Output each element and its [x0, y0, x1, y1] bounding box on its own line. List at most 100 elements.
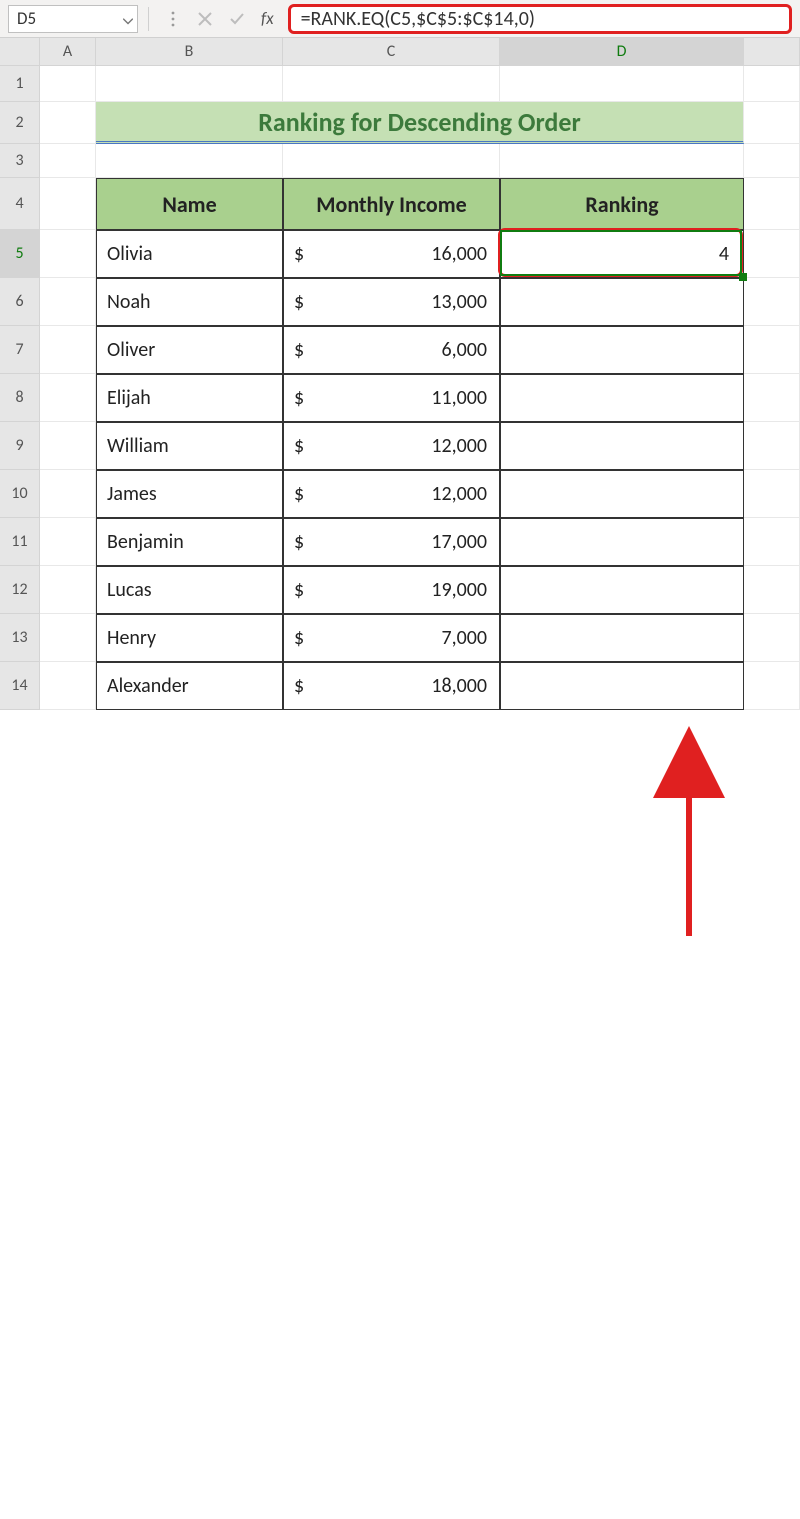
cell-A8[interactable]	[40, 374, 96, 422]
cell-D14[interactable]	[500, 662, 744, 710]
cell-A4[interactable]	[40, 178, 96, 230]
cell-E9[interactable]	[744, 422, 800, 470]
cell-E11[interactable]	[744, 518, 800, 566]
cell-B5[interactable]: Olivia	[96, 230, 283, 278]
cell-A9[interactable]	[40, 422, 96, 470]
col-header-A[interactable]: A	[40, 38, 96, 66]
row-header-3[interactable]: 3	[0, 144, 40, 178]
cell-C14[interactable]: $18,000	[283, 662, 500, 710]
cell-C5[interactable]: $16,000	[283, 230, 500, 278]
cell-D10[interactable]	[500, 470, 744, 518]
cell-E10[interactable]	[744, 470, 800, 518]
cell-E7[interactable]	[744, 326, 800, 374]
col-header-D[interactable]: D	[500, 38, 744, 66]
header-income[interactable]: Monthly Income	[283, 178, 500, 230]
cell-D3[interactable]	[500, 144, 744, 178]
cell-D11[interactable]	[500, 518, 744, 566]
cell-D8[interactable]	[500, 374, 744, 422]
cell-B1[interactable]	[96, 66, 283, 102]
enter-check-icon[interactable]	[223, 5, 251, 33]
row-header-4[interactable]: 4	[0, 178, 40, 230]
income-value: 6,000	[441, 338, 487, 362]
cell-E5[interactable]	[744, 230, 800, 278]
cell-E8[interactable]	[744, 374, 800, 422]
cancel-icon[interactable]	[191, 5, 219, 33]
cell-B13[interactable]: Henry	[96, 614, 283, 662]
cell-B6[interactable]: Noah	[96, 278, 283, 326]
cell-D5[interactable]: 4	[500, 230, 744, 278]
cell-B9[interactable]: William	[96, 422, 283, 470]
row-header-8[interactable]: 8	[0, 374, 40, 422]
cell-C11[interactable]: $17,000	[283, 518, 500, 566]
cell-B14[interactable]: Alexander	[96, 662, 283, 710]
title-band[interactable]: Ranking for Descending Order	[96, 102, 744, 144]
arrow-annotation	[0, 710, 800, 1519]
row-header-6[interactable]: 6	[0, 278, 40, 326]
row-header-12[interactable]: 12	[0, 566, 40, 614]
cell-A10[interactable]	[40, 470, 96, 518]
cell-A5[interactable]	[40, 230, 96, 278]
cell-C12[interactable]: $19,000	[283, 566, 500, 614]
select-all-corner[interactable]	[0, 38, 40, 66]
cell-E14[interactable]	[744, 662, 800, 710]
cell-A1[interactable]	[40, 66, 96, 102]
name-box[interactable]: D5	[8, 5, 138, 33]
currency-symbol: $	[294, 626, 304, 650]
cell-D12[interactable]	[500, 566, 744, 614]
cell-A11[interactable]	[40, 518, 96, 566]
income-value: 11,000	[431, 386, 487, 410]
row-header-14[interactable]: 14	[0, 662, 40, 710]
cell-C10[interactable]: $12,000	[283, 470, 500, 518]
row-header-11[interactable]: 11	[0, 518, 40, 566]
spreadsheet-grid[interactable]: A B C D 1 2 Ranking for Descending Order…	[0, 38, 800, 710]
formula-input[interactable]: =RANK.EQ(C5,$C$5:$C$14,0)	[288, 4, 792, 34]
cell-B11[interactable]: Benjamin	[96, 518, 283, 566]
cell-B8[interactable]: Elijah	[96, 374, 283, 422]
row-header-10[interactable]: 10	[0, 470, 40, 518]
cell-E3[interactable]	[744, 144, 800, 178]
cell-E13[interactable]	[744, 614, 800, 662]
row-header-1[interactable]: 1	[0, 66, 40, 102]
cell-E12[interactable]	[744, 566, 800, 614]
cell-A2[interactable]	[40, 102, 96, 144]
dots-icon[interactable]	[159, 5, 187, 33]
row-header-5[interactable]: 5	[0, 230, 40, 278]
cell-E6[interactable]	[744, 278, 800, 326]
header-ranking[interactable]: Ranking	[500, 178, 744, 230]
cell-B10[interactable]: James	[96, 470, 283, 518]
cell-A3[interactable]	[40, 144, 96, 178]
cell-C13[interactable]: $7,000	[283, 614, 500, 662]
cell-C8[interactable]: $11,000	[283, 374, 500, 422]
cell-A6[interactable]	[40, 278, 96, 326]
cell-B7[interactable]: Oliver	[96, 326, 283, 374]
cell-D9[interactable]	[500, 422, 744, 470]
cell-E2[interactable]	[744, 102, 800, 144]
cell-E4[interactable]	[744, 178, 800, 230]
cell-C7[interactable]: $6,000	[283, 326, 500, 374]
cell-A14[interactable]	[40, 662, 96, 710]
row-header-2[interactable]: 2	[0, 102, 40, 144]
cell-E1[interactable]	[744, 66, 800, 102]
cell-C6[interactable]: $13,000	[283, 278, 500, 326]
cell-A12[interactable]	[40, 566, 96, 614]
cell-B3[interactable]	[96, 144, 283, 178]
header-name[interactable]: Name	[96, 178, 283, 230]
row-header-13[interactable]: 13	[0, 614, 40, 662]
cell-B12[interactable]: Lucas	[96, 566, 283, 614]
col-header-B[interactable]: B	[96, 38, 283, 66]
cell-D1[interactable]	[500, 66, 744, 102]
chevron-down-icon[interactable]	[123, 8, 133, 29]
cell-D6[interactable]	[500, 278, 744, 326]
cell-D13[interactable]	[500, 614, 744, 662]
col-header-C[interactable]: C	[283, 38, 500, 66]
cell-C3[interactable]	[283, 144, 500, 178]
row-header-9[interactable]: 9	[0, 422, 40, 470]
fx-icon[interactable]: fx	[261, 8, 274, 29]
cell-C9[interactable]: $12,000	[283, 422, 500, 470]
cell-A7[interactable]	[40, 326, 96, 374]
col-header-blank[interactable]	[744, 38, 800, 66]
cell-A13[interactable]	[40, 614, 96, 662]
cell-D7[interactable]	[500, 326, 744, 374]
cell-C1[interactable]	[283, 66, 500, 102]
row-header-7[interactable]: 7	[0, 326, 40, 374]
